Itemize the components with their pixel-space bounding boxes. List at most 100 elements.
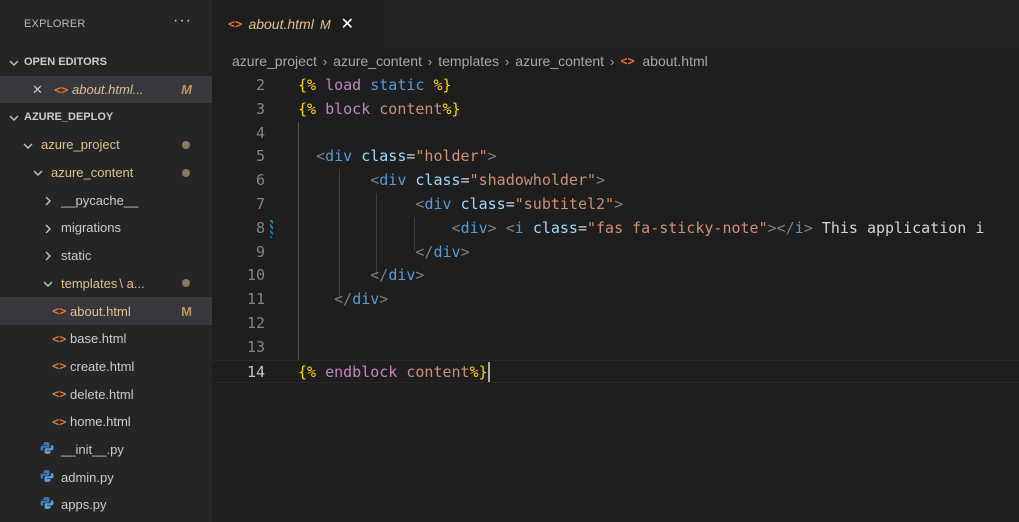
explorer-header: EXPLORER ··· bbox=[0, 0, 212, 48]
tree-file-create-html[interactable]: <> create.html bbox=[0, 353, 212, 381]
tree-folder-templates[interactable]: templates \ a... bbox=[0, 270, 212, 298]
tab-bar: <> about.html M ✕ bbox=[212, 0, 1019, 48]
modified-dot bbox=[182, 140, 190, 149]
code-text: </div> bbox=[370, 266, 425, 285]
project-label: AZURE_DEPLOY bbox=[24, 111, 114, 124]
chevron-right-icon: › bbox=[504, 53, 510, 69]
tree-folder-azure-content[interactable]: azure_content bbox=[0, 159, 212, 187]
tree-item-label: __init__.py bbox=[61, 441, 124, 457]
line-number: 8 bbox=[255, 218, 265, 237]
code-line[interactable]: 6 <div class="shadowholder"> bbox=[212, 169, 1019, 193]
html-file-icon: <> bbox=[620, 54, 635, 68]
close-icon[interactable]: ✕ bbox=[341, 14, 354, 34]
tree-folder-static[interactable]: static bbox=[0, 242, 212, 270]
more-actions-icon[interactable]: ··· bbox=[173, 12, 192, 30]
tree-item-label: apps.py bbox=[61, 497, 107, 513]
tab-label: about.html bbox=[248, 16, 314, 32]
html-file-icon: <> bbox=[52, 387, 67, 402]
line-number: 9 bbox=[255, 242, 265, 261]
code-line[interactable]: 5 <div class="holder"> bbox=[212, 145, 1019, 169]
line-number: 4 bbox=[255, 123, 265, 142]
tree-file-base-html[interactable]: <> base.html bbox=[0, 325, 212, 353]
tree-item-label: base.html bbox=[70, 331, 127, 347]
breadcrumb-item[interactable]: about.html bbox=[642, 53, 707, 69]
modified-badge: M bbox=[181, 303, 192, 319]
line-number: 5 bbox=[255, 147, 265, 166]
code-text: <div class="shadowholder"> bbox=[370, 171, 606, 190]
tree-file-about-html[interactable]: <> about.html M bbox=[0, 297, 212, 325]
tree-folder-pycache[interactable]: __pycache__ bbox=[0, 186, 212, 214]
line-number: 14 bbox=[246, 362, 265, 381]
code-line[interactable]: 10 </div> bbox=[212, 264, 1019, 288]
code-line[interactable]: 3 {% block content%} bbox=[212, 98, 1019, 122]
code-text: {% endblock content%} bbox=[298, 362, 490, 383]
tree-item-label: home.html bbox=[70, 414, 131, 430]
tree-item-label: delete.html bbox=[70, 386, 134, 402]
tree-file-apps-py[interactable]: apps.py bbox=[0, 491, 212, 519]
open-editors-section[interactable]: OPEN EDITORS bbox=[0, 48, 212, 76]
code-text: <div> <i class="fas fa-sticky-note"></i>… bbox=[451, 218, 985, 237]
open-editor-filename: about.html... bbox=[72, 82, 144, 98]
tab-about-html[interactable]: <> about.html M ✕ bbox=[212, 0, 384, 48]
code-line[interactable]: 13 bbox=[212, 336, 1019, 360]
tree-file-admin-py[interactable]: admin.py bbox=[0, 463, 212, 491]
tree-file-home-html[interactable]: <> home.html bbox=[0, 408, 212, 436]
line-number: 10 bbox=[246, 266, 265, 285]
modified-dot bbox=[182, 279, 190, 288]
close-icon[interactable]: ✕ bbox=[32, 82, 54, 98]
tree-item-label: static bbox=[61, 248, 92, 264]
line-number: 13 bbox=[246, 337, 265, 356]
code-line[interactable]: 9 </div> bbox=[212, 241, 1019, 265]
html-file-icon: <> bbox=[52, 414, 67, 429]
python-file-icon bbox=[40, 469, 58, 486]
open-editor-item[interactable]: ✕ <> about.html... M bbox=[0, 75, 212, 104]
code-line[interactable]: 2 {% load static %} bbox=[212, 74, 1019, 98]
html-file-icon: <> bbox=[52, 304, 67, 319]
html-file-icon: <> bbox=[52, 331, 67, 346]
code-editor[interactable]: 2 {% load static %} 3 {% block content%} 4 5 … bbox=[212, 74, 1019, 522]
line-number: 6 bbox=[255, 171, 265, 190]
code-text: </div> bbox=[334, 290, 389, 309]
modified-badge: M bbox=[319, 16, 331, 32]
html-file-icon: <> bbox=[228, 17, 243, 31]
text-cursor bbox=[487, 362, 490, 383]
code-line[interactable]: 11 </div> bbox=[212, 288, 1019, 312]
python-file-icon bbox=[40, 496, 58, 513]
code-text: <div class="holder"> bbox=[316, 147, 497, 166]
tree-folder-azure-project[interactable]: azure_project bbox=[0, 131, 212, 159]
tree-item-label: azure_content bbox=[51, 165, 134, 181]
tree-folder-migrations[interactable]: migrations bbox=[0, 214, 212, 242]
code-text: <div class="subtitel2"> bbox=[415, 194, 624, 213]
chevron-right-icon bbox=[40, 249, 56, 263]
tree-item-label: admin.py bbox=[61, 469, 114, 485]
breadcrumb-item[interactable]: azure_content bbox=[515, 53, 604, 69]
breadcrumb-item[interactable]: azure_project bbox=[232, 53, 317, 69]
html-file-icon: <> bbox=[52, 359, 67, 374]
tree-file-delete-html[interactable]: <> delete.html bbox=[0, 380, 212, 408]
chevron-down-icon bbox=[30, 166, 46, 180]
chevron-right-icon bbox=[40, 221, 56, 235]
code-text: </div> bbox=[415, 242, 470, 261]
line-number: 2 bbox=[255, 76, 265, 94]
breadcrumb-item[interactable]: azure_content bbox=[333, 53, 422, 69]
chevron-right-icon bbox=[40, 193, 56, 207]
code-line[interactable]: 8 <div> <i class="fas fa-sticky-note"></… bbox=[212, 217, 1019, 241]
open-editors-label: OPEN EDITORS bbox=[24, 55, 107, 68]
line-number: 11 bbox=[246, 290, 265, 309]
explorer-sidebar: EXPLORER ··· OPEN EDITORS ✕ <> about.htm… bbox=[0, 0, 212, 522]
line-number: 12 bbox=[246, 313, 265, 332]
explorer-title: EXPLORER bbox=[24, 18, 86, 30]
line-number: 3 bbox=[255, 99, 265, 118]
code-line[interactable]: 7 <div class="subtitel2"> bbox=[212, 193, 1019, 217]
tree-item-label: create.html bbox=[70, 358, 135, 374]
code-line[interactable]: 12 bbox=[212, 312, 1019, 336]
code-line[interactable]: 14 {% endblock content%} bbox=[212, 359, 1019, 384]
chevron-down-icon bbox=[6, 110, 22, 124]
line-number: 7 bbox=[255, 194, 265, 213]
html-file-icon: <> bbox=[54, 82, 69, 97]
chevron-right-icon: › bbox=[427, 53, 433, 69]
tree-file-init-py[interactable]: __init__.py bbox=[0, 436, 212, 464]
breadcrumb-item[interactable]: templates bbox=[438, 53, 499, 69]
code-line[interactable]: 4 bbox=[212, 122, 1019, 146]
project-section[interactable]: AZURE_DEPLOY bbox=[0, 103, 212, 131]
